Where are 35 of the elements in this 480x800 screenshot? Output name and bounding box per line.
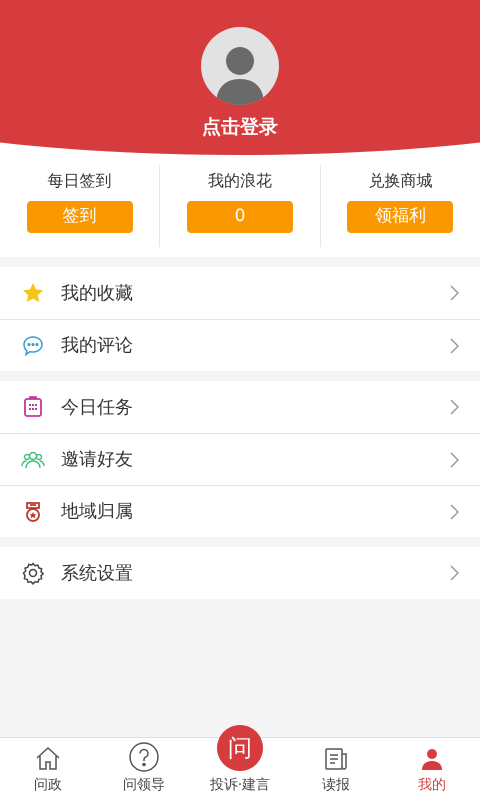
stat-title: 兑换商城	[368, 170, 432, 192]
nav-tab[interactable]: 问政	[0, 738, 96, 800]
login-link[interactable]: 点击登录	[202, 113, 278, 142]
speech-bubble-icon	[21, 334, 45, 358]
stat-title: 我的浪花	[208, 170, 272, 192]
menu-label: 今日任务	[61, 396, 134, 420]
menu-item[interactable]: 系统设置	[0, 547, 480, 599]
chevron-right-icon	[449, 399, 459, 415]
menu-label: 邀请好友	[61, 448, 134, 472]
nav-tab[interactable]: 读报	[288, 738, 384, 800]
menu-label: 我的收藏	[61, 282, 134, 306]
menu-item[interactable]: 今日任务	[0, 381, 480, 433]
chevron-right-icon	[449, 338, 459, 354]
home-icon	[34, 745, 62, 773]
menu-label: 系统设置	[61, 562, 134, 586]
chevron-right-icon	[449, 452, 459, 468]
nav-tab[interactable]: 我的	[384, 738, 480, 800]
person-silhouette-icon	[214, 45, 266, 105]
menu-item[interactable]: 地域归属	[0, 485, 480, 537]
menu-item[interactable]: 邀请好友	[0, 433, 480, 485]
center-action-badge: 问	[217, 725, 263, 771]
settings-icon	[21, 561, 45, 585]
chevron-right-icon	[449, 504, 459, 520]
chevron-right-icon	[449, 565, 459, 581]
question-icon	[128, 741, 160, 773]
menu-item[interactable]: 我的收藏	[0, 267, 480, 319]
star-icon	[21, 281, 45, 305]
menu-label: 地域归属	[61, 500, 134, 524]
chevron-right-icon	[449, 285, 459, 301]
stat-title: 每日签到	[48, 170, 112, 192]
menu-item[interactable]: 我的评论	[0, 319, 480, 371]
nav-tab[interactable]: 问 投诉·建言	[192, 712, 288, 800]
calendar-icon	[21, 395, 45, 419]
menu-label: 我的评论	[61, 334, 134, 358]
nav-tab[interactable]: 问领导	[96, 738, 192, 800]
